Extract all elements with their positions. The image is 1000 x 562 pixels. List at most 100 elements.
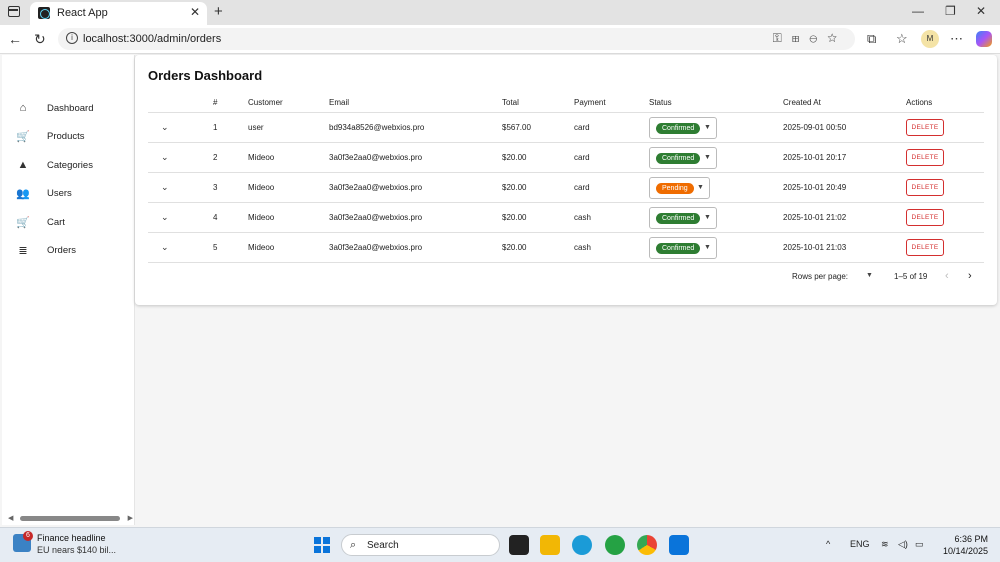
edge-icon[interactable] — [572, 535, 592, 555]
cart-icon: 🛒 — [16, 217, 30, 229]
sidebar-item-users[interactable]: 👥 Users — [2, 182, 135, 206]
table-pagination: Rows per page: ▼ 1–5 of 19 ‹ › — [148, 269, 984, 285]
admin-sidebar: ⌂ Dashboard 🛒 Products ▲ Categories 👥 Us… — [2, 55, 135, 525]
copilot-icon[interactable] — [976, 31, 992, 47]
sidebar-item-dashboard[interactable]: ⌂ Dashboard — [2, 97, 135, 121]
url-field[interactable]: i localhost:3000/admin/orders ⚿⊞⊖☆ — [58, 28, 855, 50]
delete-button[interactable]: DELETE — [906, 119, 944, 136]
cell-total: $20.00 — [502, 183, 527, 192]
wifi-icon[interactable]: ≋ — [881, 539, 889, 550]
browser-tab-bar: React App ✕ + — ❐ ✕ — [0, 0, 1000, 25]
show-hidden-icons-icon[interactable]: ^ — [826, 539, 830, 549]
sidebar-horizontal-scrollbar[interactable]: ◀ ▶ — [8, 514, 133, 523]
cell-id: 5 — [213, 243, 218, 252]
header-email: Email — [329, 98, 350, 107]
profile-avatar[interactable]: M — [921, 30, 939, 48]
expand-row-icon[interactable]: ⌄ — [161, 242, 169, 253]
cell-payment: card — [574, 153, 590, 162]
clock-date[interactable]: 10/14/2025 — [935, 546, 988, 556]
whatsapp-icon[interactable] — [605, 535, 625, 555]
url-text[interactable]: localhost:3000/admin/orders — [83, 33, 221, 45]
chrome-icon[interactable] — [637, 535, 657, 555]
rows-per-page-label: Rows per page: — [792, 272, 849, 281]
header-total: Total — [502, 98, 519, 107]
expand-row-icon[interactable]: ⌄ — [161, 212, 169, 223]
volume-icon[interactable]: ◁) — [898, 539, 908, 550]
expand-row-icon[interactable]: ⌄ — [161, 152, 169, 163]
file-explorer-icon[interactable] — [540, 535, 560, 555]
next-page-icon[interactable]: › — [968, 270, 972, 282]
close-window-icon[interactable]: ✕ — [976, 4, 986, 18]
expand-row-icon[interactable]: ⌄ — [161, 122, 169, 133]
scroll-right-icon[interactable]: ▶ — [128, 514, 133, 522]
tab-close-icon[interactable]: ✕ — [190, 5, 200, 19]
windows-start-icon[interactable] — [314, 537, 330, 553]
minimize-icon[interactable]: — — [912, 4, 924, 18]
status-chip-confirmed: Confirmed — [656, 123, 701, 134]
site-info-icon[interactable]: i — [66, 32, 78, 44]
page-title: Orders Dashboard — [148, 68, 263, 83]
cell-total: $567.00 — [502, 123, 531, 132]
restore-icon[interactable]: ❐ — [945, 4, 956, 18]
table-row: ⌄ 1 user bd934a8526@webxios.pro $567.00 … — [148, 113, 984, 143]
reload-icon[interactable]: ↻ — [34, 31, 46, 48]
cell-created-at: 2025-10-01 21:02 — [783, 213, 847, 222]
chevron-down-icon: ▼ — [704, 214, 711, 221]
sidebar-item-label: Dashboard — [47, 103, 94, 114]
scrollbar-thumb[interactable] — [20, 516, 120, 521]
header-actions: Actions — [906, 98, 933, 107]
news-badge: 6 — [23, 531, 33, 541]
status-select[interactable]: Confirmed ▼ — [649, 147, 717, 169]
new-tab-icon[interactable]: + — [214, 3, 223, 20]
extensions-icon[interactable]: ⧉ — [867, 31, 876, 47]
taskbar-search[interactable]: ⌕ Search — [341, 534, 500, 556]
status-chip-confirmed: Confirmed — [656, 213, 701, 224]
delete-button[interactable]: DELETE — [906, 209, 944, 226]
sidebar-item-orders[interactable]: ≣ Orders — [2, 239, 135, 263]
status-select[interactable]: Confirmed ▼ — [649, 207, 717, 229]
delete-button[interactable]: DELETE — [906, 149, 944, 166]
cell-customer: Mideoo — [248, 153, 275, 162]
sidebar-item-cart[interactable]: 🛒 Cart — [2, 211, 135, 235]
sidebar-item-label: Cart — [47, 217, 65, 228]
header-customer: Customer — [248, 98, 283, 107]
receipt-icon: ≣ — [18, 245, 28, 257]
language-indicator[interactable]: ENG — [850, 539, 870, 549]
url-actions-icons[interactable]: ⚿⊞⊖☆ — [773, 31, 847, 46]
status-select[interactable]: Confirmed ▼ — [649, 237, 717, 259]
status-select[interactable]: Confirmed ▼ — [649, 117, 717, 139]
cell-total: $20.00 — [502, 243, 527, 252]
task-view-icon[interactable] — [509, 535, 529, 555]
cell-created-at: 2025-09-01 00:50 — [783, 123, 847, 132]
table-header: # Customer Email Total Payment Status Cr… — [148, 93, 984, 113]
rows-per-page-select[interactable]: ▼ — [866, 272, 873, 279]
clock-time[interactable]: 6:36 PM — [950, 534, 988, 544]
delete-button[interactable]: DELETE — [906, 179, 944, 196]
cell-payment: card — [574, 183, 590, 192]
cell-payment: cash — [574, 213, 591, 222]
previous-page-icon[interactable]: ‹ — [945, 270, 949, 282]
delete-button[interactable]: DELETE — [906, 239, 944, 256]
news-headline-title[interactable]: Finance headline — [37, 533, 106, 543]
chevron-down-icon: ▼ — [704, 244, 711, 251]
battery-icon[interactable]: ▭ — [915, 539, 924, 550]
table-row: ⌄ 5 Mideoo 3a0f3e2aa0@webxios.pro $20.00… — [148, 233, 984, 263]
expand-row-icon[interactable]: ⌄ — [161, 182, 169, 193]
back-icon[interactable]: ← — [8, 31, 22, 47]
vscode-icon[interactable] — [669, 535, 689, 555]
home-icon: ⌂ — [19, 102, 27, 114]
sidebar-item-products[interactable]: 🛒 Products — [2, 125, 135, 149]
status-select[interactable]: Pending ▼ — [649, 177, 710, 199]
cell-id: 1 — [213, 123, 218, 132]
table-row: ⌄ 3 Mideoo 3a0f3e2aa0@webxios.pro $20.00… — [148, 173, 984, 203]
browser-tab[interactable]: React App ✕ — [30, 2, 207, 25]
favorites-icon[interactable]: ☆ — [896, 31, 908, 47]
tab-actions-menu-icon[interactable] — [8, 6, 20, 17]
cell-email: 3a0f3e2aa0@webxios.pro — [329, 183, 423, 192]
news-headline-sub[interactable]: EU nears $140 bil... — [37, 545, 116, 555]
category-icon: ▲ — [17, 159, 29, 171]
sidebar-item-categories[interactable]: ▲ Categories — [2, 154, 135, 178]
more-menu-icon[interactable]: ⋯ — [950, 31, 963, 47]
search-icon: ⌕ — [350, 539, 357, 551]
scroll-left-icon[interactable]: ◀ — [8, 514, 13, 522]
